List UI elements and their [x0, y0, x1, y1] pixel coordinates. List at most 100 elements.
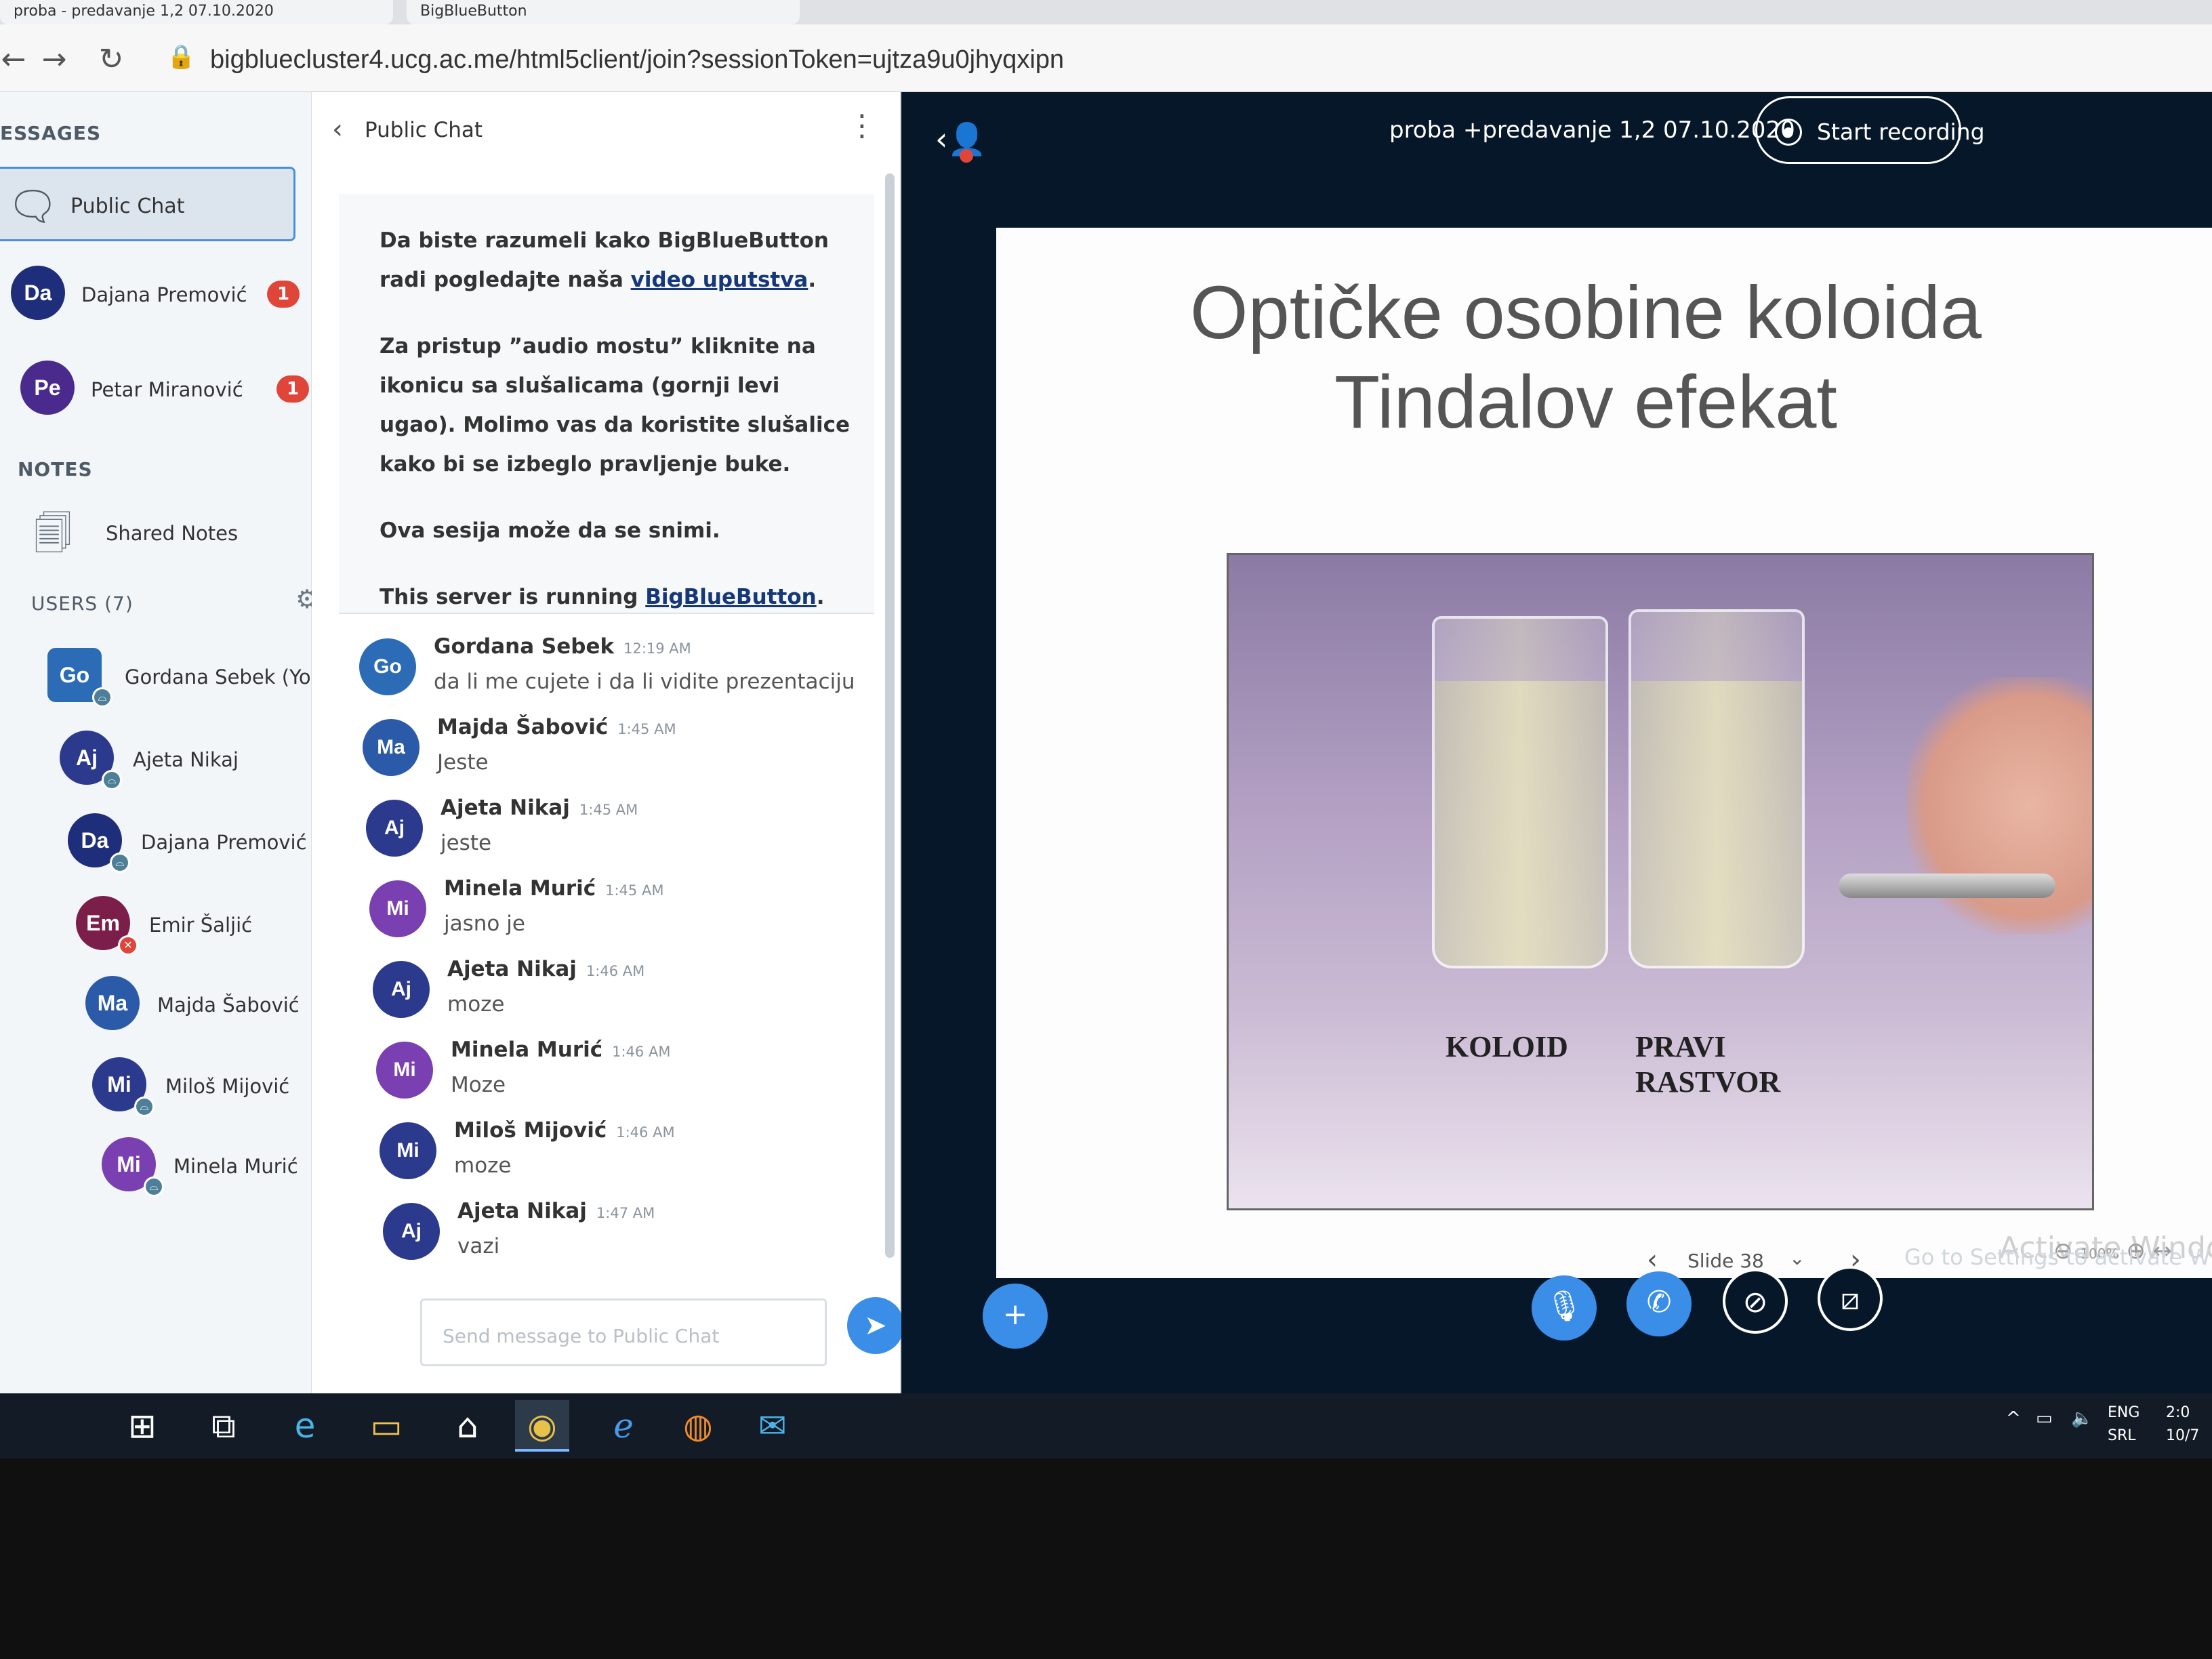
slide-title-line: Tindalov efekat [1334, 361, 1837, 444]
avatar: Pe [20, 361, 75, 415]
windows-start-icon[interactable]: ⊞ [115, 1400, 169, 1452]
sender-name: Ajeta Nikaj [441, 796, 570, 820]
plus-actions-icon[interactable]: + [983, 1284, 1048, 1349]
edge-browser-icon[interactable]: e [278, 1400, 332, 1452]
store-icon[interactable]: ⌂ [441, 1400, 495, 1452]
message-text: moze [447, 992, 505, 1017]
browser-tab-bar: proba - predavanje 1,2 07.10.2020 BigBlu… [0, 0, 2212, 24]
liquid [1631, 681, 1802, 966]
message-sender: Ajeta Nikaj 1:47 AM [457, 1199, 655, 1223]
private-chat-item[interactable]: Da Dajana Premović 1 [0, 256, 312, 331]
back-arrow-icon[interactable]: ← [0, 39, 34, 80]
language-code: ENG [2108, 1404, 2140, 1421]
user-item[interactable]: Da ⌓ Dajana Premović [0, 804, 312, 878]
url-field[interactable]: bigbluecluster4.ucg.ac.me/html5client/jo… [210, 39, 1064, 80]
avatar: Aj [366, 800, 423, 857]
video-tutorial-link[interactable]: video uputstva [631, 268, 808, 292]
screen-share-icon[interactable]: ⧄ [1818, 1266, 1883, 1331]
message-text: Moze [451, 1073, 506, 1097]
record-label: Start recording [1817, 119, 1985, 145]
chrome-icon[interactable]: ◉ [515, 1400, 569, 1452]
bigbluebutton-link[interactable]: BigBlueButton [645, 585, 817, 609]
photo-label-solution: PRAVI RASTVOR [1635, 1029, 1780, 1100]
camera-off-icon[interactable]: ⊘ [1723, 1269, 1788, 1334]
browser-tab[interactable]: BigBlueButton [407, 0, 800, 24]
network-icon[interactable]: ▭ [2036, 1407, 2053, 1430]
reload-icon[interactable]: ↻ [91, 39, 131, 80]
muted-mic-icon: ✕ [118, 935, 138, 956]
sidebar-item-public-chat[interactable]: 🗨 Public Chat [0, 167, 295, 241]
welcome-text: This server is running [380, 585, 646, 609]
liquid [1435, 681, 1605, 966]
chevron-up-icon[interactable]: ^ [2006, 1407, 2021, 1430]
document-icon: 🗐 [34, 512, 72, 556]
user-item[interactable]: Em ✕ Emir Šaljić [0, 886, 312, 961]
chat-scrollbar[interactable] [885, 173, 895, 1258]
user-item[interactable]: Go ⌓ Gordana Sebek (You) [0, 638, 331, 713]
internet-explorer-icon[interactable]: ℯ [596, 1400, 651, 1452]
shared-notes-label: Shared Notes [106, 522, 239, 545]
tab-label: proba - predavanje 1,2 07.10.2020 [14, 3, 274, 20]
photo-label-line: RASTVOR [1635, 1065, 1781, 1099]
users-section-title: USERS (7) [31, 592, 134, 615]
welcome-text: . [816, 585, 825, 609]
more-options-icon[interactable]: ⋮ [847, 108, 877, 143]
screen: proba - predavanje 1,2 07.10.2020 BigBlu… [0, 0, 2212, 1659]
message-text: jasno je [444, 912, 525, 936]
message-sender: Gordana Sebek 12:19 AM [434, 634, 691, 659]
presenter-indicator [960, 149, 973, 163]
user-list-panel: ESSAGES 🗨 Public Chat Da Dajana Premović… [0, 92, 331, 1393]
clock-date: 10/7 [2166, 1427, 2200, 1444]
message-text: moze [454, 1153, 512, 1178]
user-item[interactable]: Aj ⌓ Ajeta Nikaj [0, 721, 312, 796]
clock[interactable]: 2:0 10/7 [2166, 1401, 2199, 1448]
avatar: Aj [383, 1203, 440, 1260]
message-sender: Majda Šabović 1:45 AM [437, 715, 676, 739]
slide-title: Optičke osobine koloida Tindalov efekat [1050, 268, 2121, 447]
chat-message: Mi Minela Murić 1:45 AM jasno je [369, 876, 884, 958]
presentation-slide: Optičke osobine koloida Tindalov efekat … [996, 228, 2212, 1278]
microphone-icon[interactable]: 🎙 [1532, 1275, 1597, 1340]
sender-name: Ajeta Nikaj [457, 1199, 587, 1223]
send-icon[interactable]: ➤ [847, 1297, 904, 1354]
forward-arrow-icon[interactable]: → [34, 39, 75, 80]
avatar: Mi [376, 1042, 433, 1099]
audio-status-icon: ⌓ [102, 770, 122, 790]
message-text: vazi [457, 1234, 500, 1258]
notes-section-title: NOTES [18, 458, 93, 480]
language-indicator[interactable]: ENG SRL [2108, 1401, 2139, 1448]
phone-icon[interactable]: ✆ [1626, 1271, 1692, 1336]
user-item[interactable]: Mi ⌓ Minela Murić [0, 1128, 312, 1202]
audio-status-icon: ⌓ [134, 1097, 155, 1117]
file-explorer-icon[interactable]: ▭ [359, 1400, 413, 1452]
sender-name: Majda Šabović [437, 715, 609, 739]
user-name: Miloš Mijović [165, 1075, 290, 1098]
slide-photo: KOLOID PRAVI RASTVOR [1227, 553, 2094, 1210]
message-time: 1:47 AM [596, 1205, 655, 1221]
private-chat-item[interactable]: Pe Petar Miranović 1 [0, 351, 312, 426]
task-view-icon[interactable]: ⧉ [197, 1400, 251, 1452]
presentation-area: ‹👤 proba +predavanje 1,2 07.10.2020 Star… [901, 92, 2212, 1393]
chat-title[interactable]: Public Chat [365, 118, 483, 142]
chevron-left-icon[interactable]: ‹ [332, 114, 343, 145]
message-time: 1:45 AM [579, 802, 638, 818]
browser-tab[interactable]: proba - predavanje 1,2 07.10.2020 [0, 0, 393, 24]
message-time: 1:45 AM [605, 882, 664, 899]
lock-icon: 🔒 [167, 43, 196, 70]
chevron-down-icon[interactable]: ⌄ [1789, 1247, 1805, 1269]
shared-notes-item[interactable]: 🗐 Shared Notes [0, 492, 312, 567]
unread-badge: 1 [276, 375, 309, 403]
volume-icon[interactable]: 🔈 [2071, 1407, 2093, 1430]
firefox-icon[interactable]: ◍ [671, 1400, 725, 1452]
start-recording-button[interactable]: Start recording [1755, 96, 1985, 164]
address-bar: ← → ↻ 🔒 bigbluecluster4.ucg.ac.me/html5c… [0, 24, 2212, 92]
mail-icon[interactable]: ✉ [745, 1400, 800, 1452]
message-time: 12:19 AM [623, 640, 691, 657]
chat-message-input[interactable]: Send message to Public Chat [420, 1298, 827, 1366]
chat-message: Ma Majda Šabović 1:45 AM Jeste [363, 715, 878, 796]
chevron-left-icon[interactable]: ‹ [1647, 1244, 1658, 1275]
message-sender: Ajeta Nikaj 1:46 AM [447, 957, 644, 981]
avatar: Aj [373, 961, 430, 1018]
user-item[interactable]: Ma Majda Šabović [0, 966, 312, 1041]
user-item[interactable]: Mi ⌓ Miloš Mijović [0, 1048, 312, 1122]
